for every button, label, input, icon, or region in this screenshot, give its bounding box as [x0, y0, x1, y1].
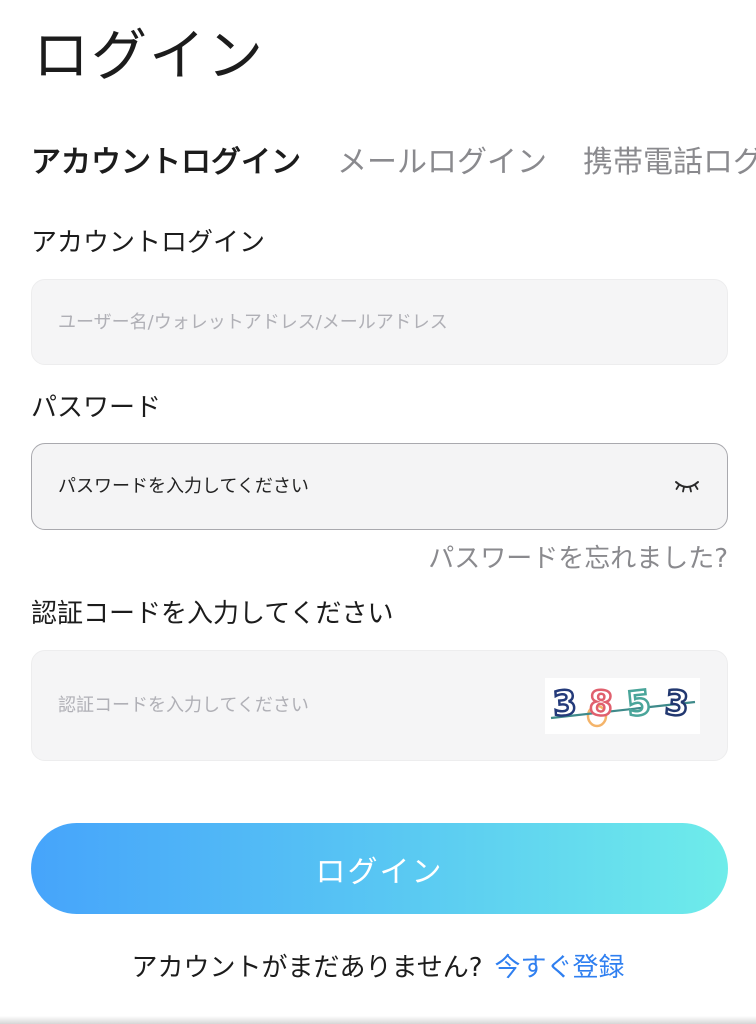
login-button[interactable]: ログイン — [31, 823, 728, 914]
captcha-image[interactable]: 3 8 5 3 — [545, 678, 700, 734]
bottom-edge — [0, 1016, 756, 1024]
page-title: ログイン — [33, 24, 265, 89]
captcha-input-box: 3 8 5 3 — [31, 650, 728, 761]
captcha-char-1: 3 — [550, 682, 579, 726]
forgot-password-link[interactable]: パスワードを忘れました? — [428, 541, 728, 577]
captcha-char-4: 3 — [662, 682, 692, 726]
signup-prompt: アカウントがまだありません? 今すぐ登録 — [0, 950, 756, 986]
no-account-text: アカウントがまだありません? — [131, 953, 483, 983]
tab-email-login[interactable]: メールログイン — [337, 140, 547, 186]
account-input[interactable] — [58, 280, 518, 364]
password-field-label: パスワード — [31, 393, 162, 423]
tab-phone-login[interactable]: 携帯電話ログイン — [583, 140, 756, 186]
account-field-label: アカウントログイン — [31, 228, 266, 258]
captcha-field-label: 認証コードを入力してください — [31, 599, 394, 629]
tab-account-login[interactable]: アカウントログイン — [31, 140, 301, 186]
login-page: ログイン アカウントログインメールログイン携帯電話ログイン アカウントログイン … — [0, 0, 756, 1024]
captcha-char-2: 8 — [587, 682, 615, 726]
captcha-char-3: 5 — [624, 682, 654, 727]
captcha-input[interactable] — [58, 651, 518, 760]
account-input-box — [31, 279, 728, 365]
password-input[interactable] — [58, 444, 518, 529]
login-method-tabs: アカウントログインメールログイン携帯電話ログイン — [31, 140, 756, 190]
register-link[interactable]: 今すぐ登録 — [495, 953, 625, 983]
eye-closed-icon[interactable] — [673, 476, 701, 498]
password-input-box — [31, 443, 728, 530]
